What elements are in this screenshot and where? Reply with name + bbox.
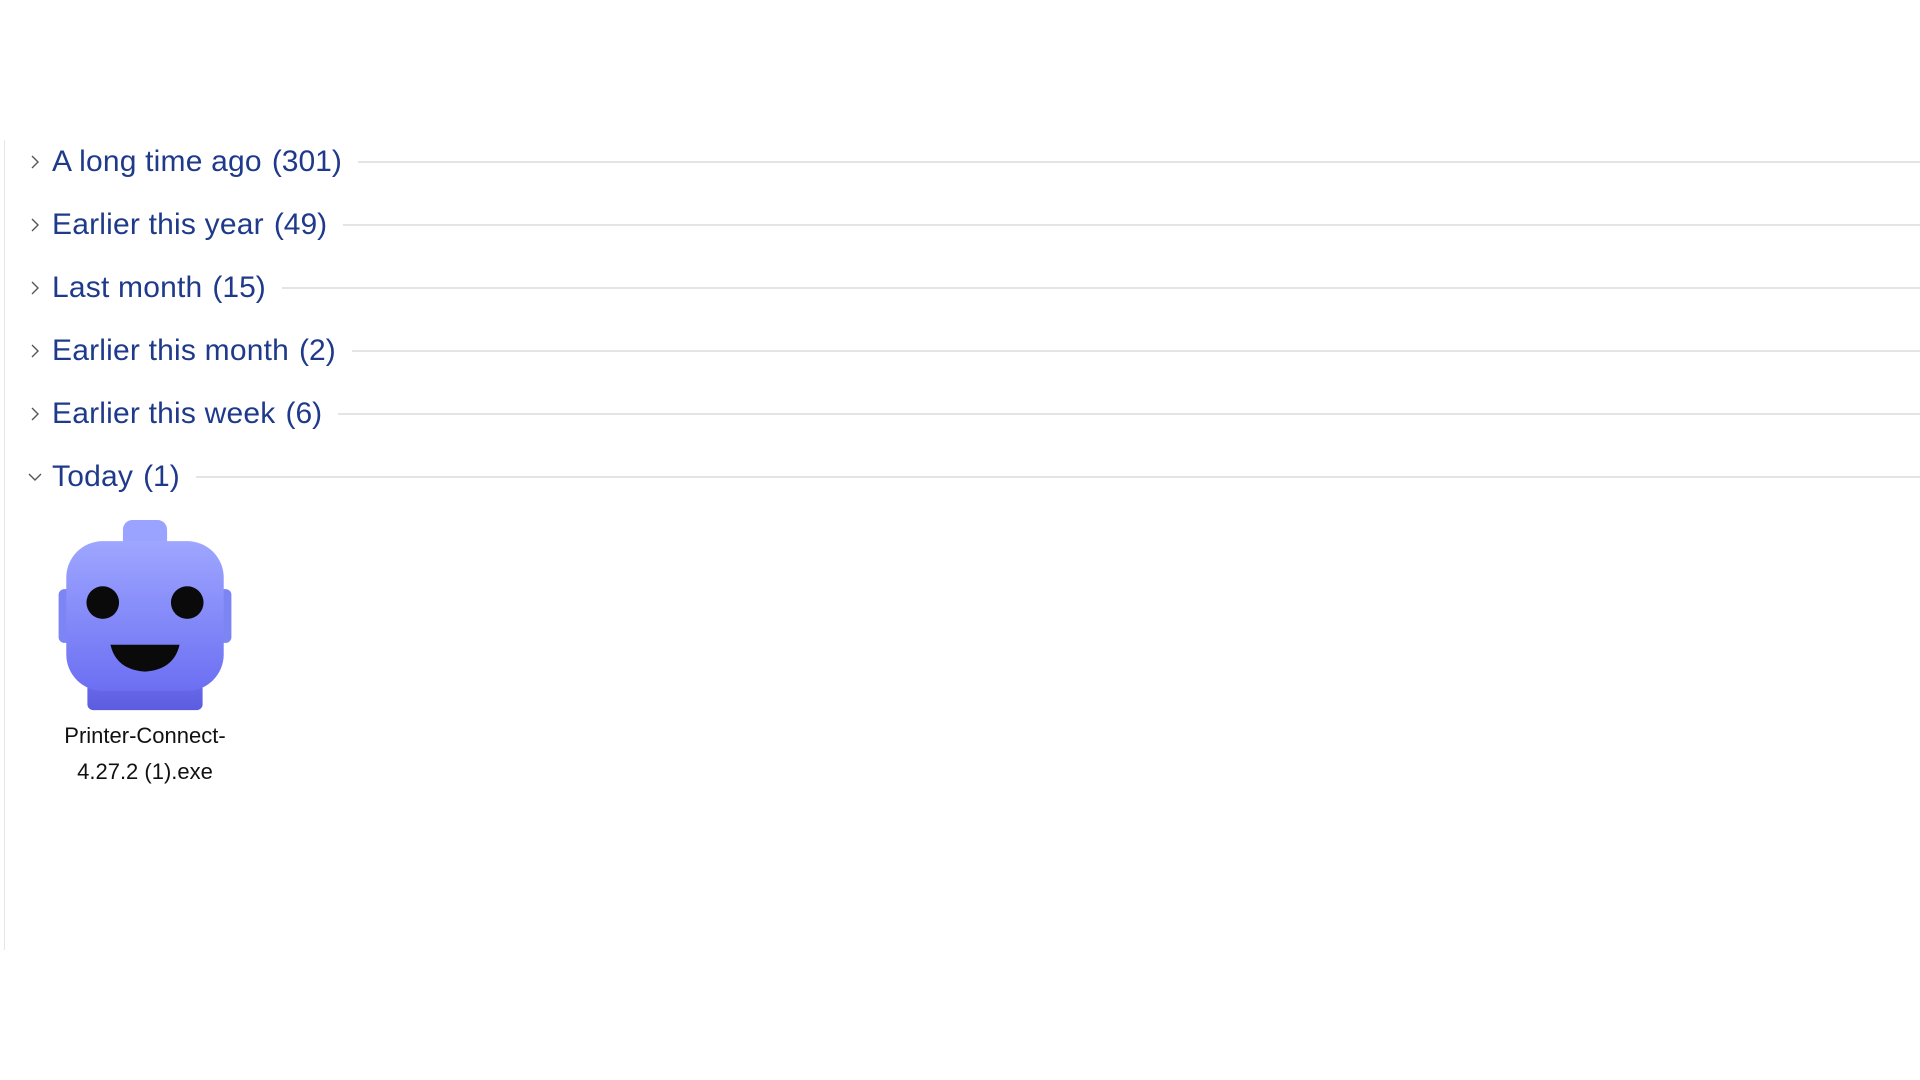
- group-label[interactable]: A long time ago: [52, 145, 262, 179]
- group-label[interactable]: Last month: [52, 271, 202, 305]
- group-count: (2): [299, 334, 336, 367]
- group-header-long-time-ago[interactable]: A long time ago (301): [5, 140, 1920, 184]
- group-count: (301): [271, 145, 342, 178]
- group-count: (49): [273, 208, 328, 241]
- robot-app-icon: [58, 520, 232, 711]
- chevron-right-icon[interactable]: [21, 274, 49, 302]
- group-header-today[interactable]: Today (1): [5, 455, 1920, 499]
- file-item-printer-connect[interactable]: Printer-Connect- 4.27.2 (1).exe: [45, 520, 245, 790]
- file-name-line2: 4.27.2 (1).exe: [77, 759, 213, 784]
- group-divider: [343, 224, 1920, 226]
- group-divider: [195, 476, 1920, 478]
- file-name[interactable]: Printer-Connect- 4.27.2 (1).exe: [45, 718, 245, 790]
- group-divider: [357, 161, 1920, 163]
- group-divider: [338, 413, 1920, 415]
- group-label[interactable]: Earlier this week: [52, 397, 275, 431]
- chevron-right-icon[interactable]: [21, 400, 49, 428]
- group-count: (15): [212, 271, 266, 304]
- file-name-line1: Printer-Connect-: [64, 723, 226, 748]
- chevron-right-icon[interactable]: [21, 337, 49, 365]
- group-divider: [351, 350, 1920, 352]
- chevron-down-icon[interactable]: [21, 463, 49, 491]
- group-label[interactable]: Earlier this year: [52, 208, 264, 242]
- group-header-earlier-this-week[interactable]: Earlier this week (6): [5, 392, 1920, 436]
- group-header-earlier-this-year[interactable]: Earlier this year (49): [5, 203, 1920, 247]
- group-header-earlier-this-month[interactable]: Earlier this month (2): [5, 329, 1920, 373]
- group-header-last-month[interactable]: Last month (15): [5, 266, 1920, 310]
- chevron-right-icon[interactable]: [21, 148, 49, 176]
- group-count: (6): [285, 397, 323, 430]
- group-count: (1): [143, 460, 180, 493]
- group-divider: [281, 287, 1920, 289]
- chevron-right-icon[interactable]: [21, 211, 49, 239]
- group-label[interactable]: Today: [52, 460, 133, 494]
- group-label[interactable]: Earlier this month: [52, 334, 289, 368]
- file-list-pane: A long time ago (301) Earlier this year …: [4, 140, 1920, 950]
